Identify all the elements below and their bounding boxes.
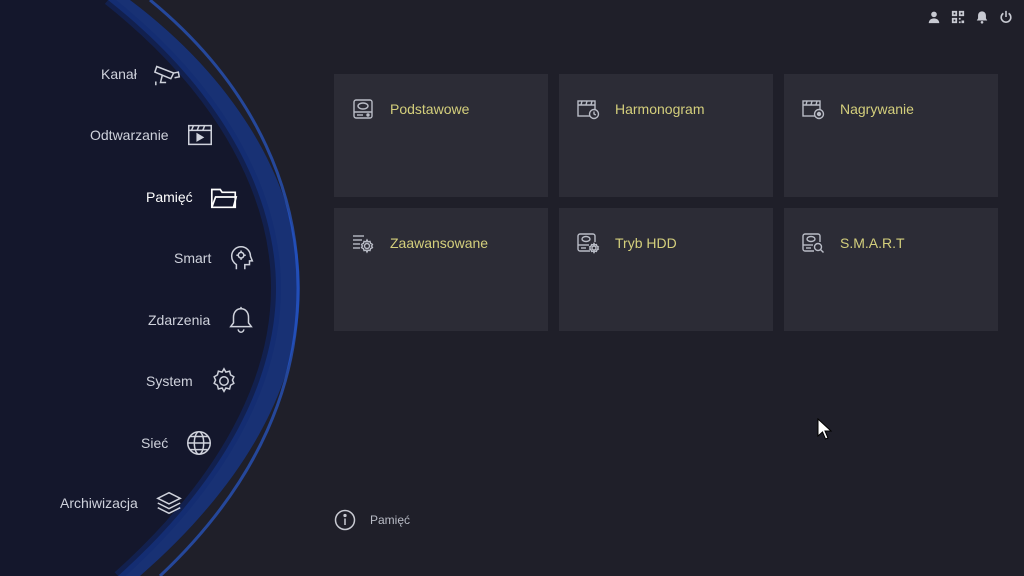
tile-label: Podstawowe <box>390 101 470 117</box>
tile-label: Tryb HDD <box>615 235 677 251</box>
tile-tryb-hdd[interactable]: Tryb HDD <box>559 208 773 331</box>
sidebar-item-label: Pamięć <box>146 189 193 205</box>
tile-label: Harmonogram <box>615 101 705 117</box>
sidebar-item-label: Archiwizacja <box>60 495 138 511</box>
tile-zaawansowane[interactable]: Zaawansowane <box>334 208 548 331</box>
sidebar-item-kanal[interactable]: Kanał <box>101 54 185 94</box>
info-text: Pamięć <box>370 513 411 527</box>
storage-tiles: Podstawowe Harmonogram Nagrywanie Zaawan… <box>334 74 998 331</box>
sidebar-item-label: Odtwarzanie <box>90 127 169 143</box>
storage-menu-screen: Kanał Odtwarzanie Pamięć Smart Zdarzenia <box>0 0 1024 576</box>
top-toolbar <box>926 9 1014 25</box>
tile-label: S.M.A.R.T <box>840 235 905 251</box>
sidebar-item-odtwarzanie[interactable]: Odtwarzanie <box>90 115 217 155</box>
sidebar-item-smart[interactable]: Smart <box>174 238 259 278</box>
record-icon <box>800 96 826 122</box>
head-icon <box>225 241 259 275</box>
tile-harmonogram[interactable]: Harmonogram <box>559 74 773 197</box>
tile-label: Nagrywanie <box>840 101 914 117</box>
gear-icon <box>207 364 241 398</box>
power-icon[interactable] <box>998 9 1014 25</box>
sidebar-item-pamiec[interactable]: Pamięć <box>146 177 241 217</box>
sidebar-item-label: Kanał <box>101 66 137 82</box>
smart-icon <box>800 230 826 256</box>
sidebar-item-system[interactable]: System <box>146 361 241 401</box>
hdd-icon <box>350 96 376 122</box>
sidebar-item-label: Sieć <box>141 435 169 451</box>
alarm-icon[interactable] <box>974 9 990 25</box>
schedule-icon <box>575 96 601 122</box>
user-icon[interactable] <box>926 9 942 25</box>
folder-icon <box>207 180 241 214</box>
sidebar-item-archiwizacja[interactable]: Archiwizacja <box>60 483 186 523</box>
sidebar-item-label: Smart <box>174 250 212 266</box>
tile-label: Zaawansowane <box>390 235 489 251</box>
tile-nagrywanie[interactable]: Nagrywanie <box>784 74 998 197</box>
tile-smart[interactable]: S.M.A.R.T <box>784 208 998 331</box>
sidebar-item-siec[interactable]: Sieć <box>141 423 216 463</box>
hdd-mode-icon <box>575 230 601 256</box>
playback-icon <box>183 118 217 152</box>
advanced-icon <box>350 230 376 256</box>
sidebar-item-label: Zdarzenia <box>148 312 211 328</box>
tile-podstawowe[interactable]: Podstawowe <box>334 74 548 197</box>
qr-icon[interactable] <box>950 9 966 25</box>
sidebar-item-label: System <box>146 373 193 389</box>
camera-icon <box>151 57 185 91</box>
globe-icon <box>182 426 216 460</box>
bell-icon <box>224 303 258 337</box>
layers-icon <box>152 486 186 520</box>
sidebar-item-zdarzenia[interactable]: Zdarzenia <box>148 300 258 340</box>
mouse-pointer-icon <box>817 418 833 440</box>
info-bar: Pamięć <box>334 509 410 531</box>
info-icon <box>334 509 356 531</box>
